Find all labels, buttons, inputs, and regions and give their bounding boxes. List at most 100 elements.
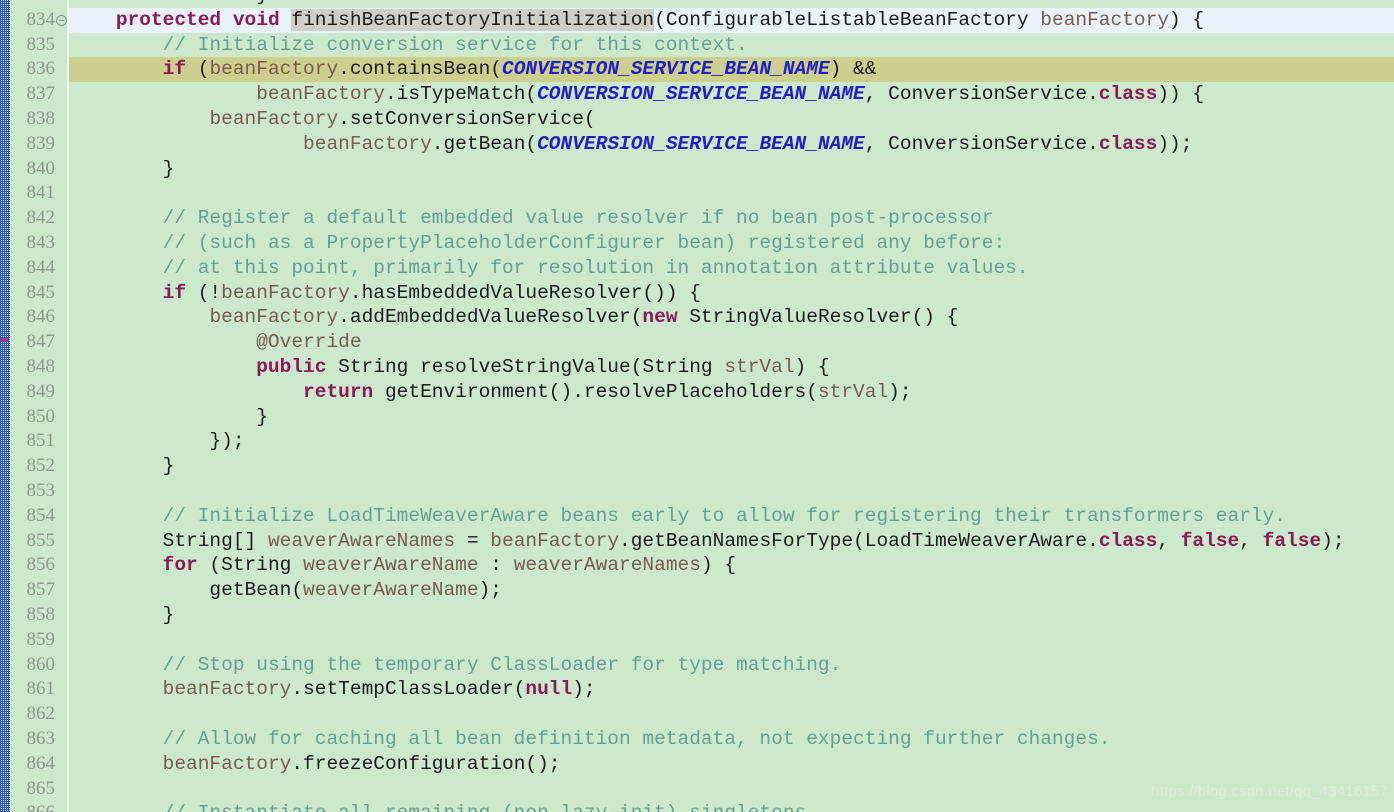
- code-line[interactable]: }: [69, 454, 1394, 479]
- code-token: beanFactory: [303, 132, 432, 155]
- line-number: 865: [26, 777, 56, 799]
- code-token: getBean(: [69, 579, 304, 602]
- code-line[interactable]: }: [69, 405, 1394, 430]
- code-line[interactable]: beanFactory.setTempClassLoader(null);: [69, 677, 1394, 702]
- code-line[interactable]: // Register a default embedded value res…: [69, 206, 1394, 231]
- code-line[interactable]: }: [69, 603, 1394, 628]
- code-editor[interactable]: 833834 835 836 837 838 839 840 841 842 843 844 845 8…: [0, 0, 1394, 812]
- code-token: void: [232, 8, 280, 31]
- code-line[interactable]: beanFactory.freezeConfiguration();: [69, 752, 1394, 777]
- code-line[interactable]: beanFactory.addEmbeddedValueResolver(new…: [69, 305, 1394, 330]
- code-line[interactable]: }: [69, 0, 1394, 8]
- code-line[interactable]: beanFactory.setConversionService(: [69, 107, 1394, 132]
- code-token: }: [69, 604, 175, 626]
- code-text-area[interactable]: } protected void finishBeanFactoryInitia…: [69, 0, 1394, 812]
- code-token: ConfigurableListableBeanFactory: [665, 8, 1029, 31]
- code-line[interactable]: // at this point, primarily for resoluti…: [69, 256, 1394, 281]
- code-token: .getBean(: [431, 132, 538, 155]
- code-token: );: [572, 678, 596, 701]
- code-line[interactable]: protected void finishBeanFactoryInitiali…: [69, 8, 1394, 33]
- code-token: }: [69, 157, 175, 180]
- line-number-gutter[interactable]: 833834 835 836 837 838 839 840 841 842 843 844 845 8…: [10, 0, 67, 812]
- code-token: , ConversionService.: [864, 132, 1099, 155]
- code-token: .freezeConfiguration();: [291, 752, 561, 775]
- code-token: , ConversionService.: [864, 83, 1099, 106]
- line-number: 850: [26, 405, 56, 427]
- code-token: CONVERSION_SERVICE_BEAN_NAME: [537, 132, 865, 155]
- code-token: class: [1098, 83, 1158, 106]
- code-line[interactable]: getBean(weaverAwareName);: [69, 578, 1394, 603]
- code-token: beanFactory: [1040, 8, 1170, 31]
- line-number: 846: [26, 306, 56, 328]
- code-token: .addEmbeddedValueResolver(: [338, 306, 643, 329]
- code-line[interactable]: // Stop using the temporary ClassLoader …: [69, 653, 1394, 678]
- code-line[interactable]: [69, 479, 1394, 504]
- code-token: protected: [115, 8, 222, 31]
- code-token: // Allow for caching all bean definition…: [162, 728, 1111, 750]
- code-line[interactable]: // Instantiate all remaining (non-lazy-i…: [69, 801, 1394, 812]
- annotation-overview-ruler[interactable]: [0, 0, 10, 812]
- code-line[interactable]: @Override: [69, 330, 1394, 355]
- line-number: 862: [26, 703, 56, 725]
- collapse-fold-icon[interactable]: [56, 14, 67, 26]
- code-line[interactable]: beanFactory.isTypeMatch(CONVERSION_SERVI…: [69, 82, 1394, 107]
- code-line[interactable]: [69, 181, 1394, 206]
- code-token: // Stop using the temporary ClassLoader …: [162, 653, 842, 676]
- line-number: 863: [26, 728, 56, 749]
- code-token: getEnvironment().resolvePlaceholders(: [373, 380, 818, 403]
- code-token: ) {: [1169, 8, 1205, 31]
- line-number: 852: [26, 455, 56, 477]
- code-token: beanFactory: [256, 83, 385, 106]
- line-number: 843: [26, 232, 56, 253]
- code-line[interactable]: if (!beanFactory.hasEmbeddedValueResolve…: [69, 281, 1394, 306]
- code-line[interactable]: for (String weaverAwareName : weaverAwar…: [69, 553, 1394, 578]
- code-line[interactable]: }: [69, 157, 1394, 182]
- code-line[interactable]: // Allow for caching all bean definition…: [69, 727, 1394, 752]
- code-token: false: [1262, 529, 1322, 552]
- code-token: .containsBean(: [338, 58, 502, 81]
- code-line[interactable]: // Initialize conversion service for thi…: [69, 33, 1394, 58]
- code-token: beanFactory: [209, 306, 339, 329]
- code-token: class: [1098, 529, 1158, 552]
- code-token: null: [525, 678, 573, 701]
- line-number: 844: [26, 256, 56, 278]
- code-line[interactable]: public String resolveStringValue(String …: [69, 355, 1394, 380]
- code-line[interactable]: [69, 628, 1394, 653]
- code-line[interactable]: // Initialize LoadTimeWeaverAware beans …: [69, 504, 1394, 529]
- code-line[interactable]: String[] weaverAwareNames = beanFactory.…: [69, 529, 1394, 554]
- code-token: :: [478, 554, 514, 577]
- line-number: 851: [26, 430, 56, 452]
- line-number: 858: [26, 604, 56, 625]
- code-token: .setTempClassLoader(: [291, 678, 526, 701]
- code-token: beanFactory: [490, 529, 620, 552]
- code-line[interactable]: // (such as a PropertyPlaceholderConfigu…: [69, 231, 1394, 256]
- line-number: 845: [26, 281, 56, 303]
- code-token: CONVERSION_SERVICE_BEAN_NAME: [537, 83, 865, 106]
- code-token: strVal: [817, 380, 889, 403]
- code-token: finishBeanFactoryInitialization: [291, 8, 655, 31]
- code-line[interactable]: });: [69, 429, 1394, 454]
- code-token: );: [888, 380, 912, 403]
- code-line[interactable]: beanFactory.getBean(CONVERSION_SERVICE_B…: [69, 132, 1394, 157]
- code-token: });: [69, 430, 245, 453]
- code-token: }: [69, 455, 175, 478]
- line-number: 840: [26, 157, 56, 179]
- code-token: if: [162, 281, 187, 304]
- code-token: =: [455, 529, 491, 552]
- line-number: 854: [26, 504, 56, 526]
- code-line[interactable]: [69, 702, 1394, 727]
- code-token: for: [162, 554, 198, 577]
- code-line[interactable]: if (beanFactory.containsBean(CONVERSION_…: [69, 57, 1394, 82]
- code-line[interactable]: return getEnvironment().resolvePlacehold…: [69, 380, 1394, 405]
- line-number: 849: [26, 380, 56, 402]
